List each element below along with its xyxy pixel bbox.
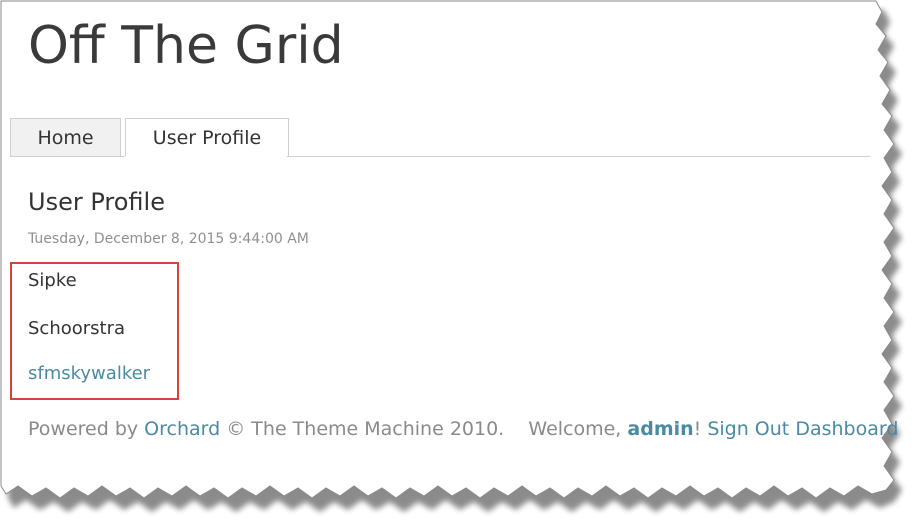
last-name-value: Schoorstra [28,318,126,339]
welcome-exclamation: ! [693,418,702,440]
orchard-link[interactable]: Orchard [144,418,220,440]
powered-by-text: Powered by [28,418,139,440]
copyright-text: © The Theme Machine 2010. [226,418,505,440]
page-heading: User Profile [28,188,165,216]
page-footer: Powered by Orchard © The Theme Machine 2… [28,418,898,440]
tab-home[interactable]: Home [10,118,121,156]
browser-page: Off The Grid Home User Profile User Prof… [0,0,915,528]
dashboard-link[interactable]: Dashboard [795,418,898,440]
active-tab-gap [125,156,287,157]
sign-out-link[interactable]: Sign Out [707,418,789,440]
welcome-text: Welcome, [528,418,622,440]
main-navigation: Home User Profile [10,118,289,157]
site-title[interactable]: Off The Grid [28,14,344,78]
tab-user-profile[interactable]: User Profile [125,118,289,157]
admin-user-link[interactable]: admin [627,418,693,440]
screenshot-canvas: Off The Grid Home User Profile User Prof… [0,0,915,528]
publish-date: Tuesday, December 8, 2015 9:44:00 AM [28,231,309,247]
first-name-value: Sipke [28,270,77,291]
username-link[interactable]: sfmskywalker [28,363,150,384]
